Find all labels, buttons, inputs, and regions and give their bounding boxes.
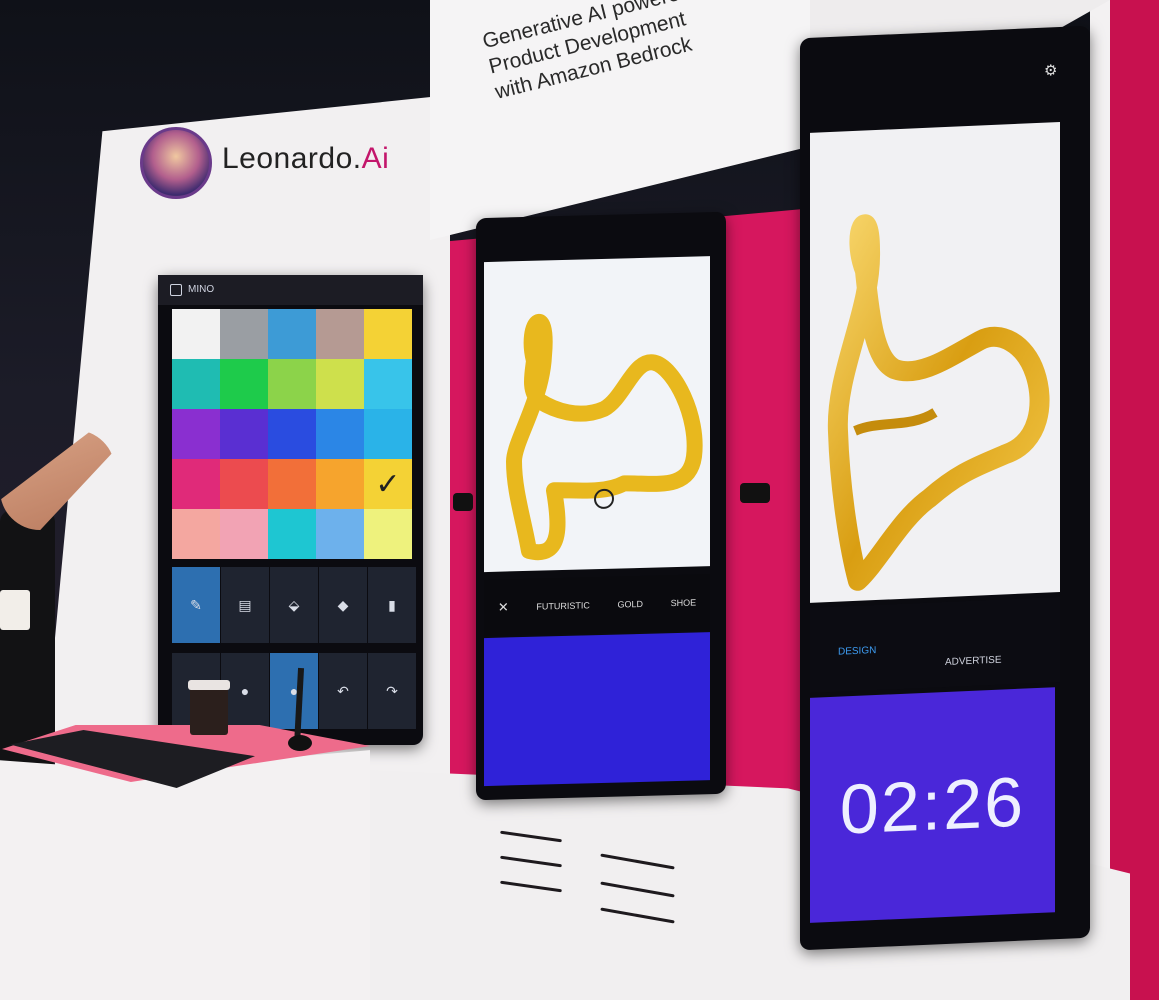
color-swatch[interactable] (316, 359, 364, 409)
coffee-cup (0, 590, 30, 630)
brand-name-accent: Ai (361, 142, 390, 175)
countdown-timer: 02:26 (810, 687, 1055, 923)
tool-header-label: MINO (188, 284, 215, 295)
tool-header: MINO (158, 275, 423, 305)
golden-shoe-render (827, 214, 1050, 591)
redo-icon[interactable]: ↷ (368, 653, 416, 729)
prompt-bar: ✕ FUTURISTIC GOLD SHOE (484, 574, 710, 637)
brand-name: Leonardo.Ai (222, 142, 389, 176)
booth-right-pillar (1110, 0, 1159, 1000)
color-swatch[interactable] (268, 359, 316, 409)
color-swatch[interactable] (220, 509, 268, 559)
trash-icon[interactable]: ▮ (368, 567, 416, 643)
color-swatch[interactable] (268, 309, 316, 359)
shoe-detail (853, 408, 938, 436)
sketch-screen: ✕ FUTURISTIC GOLD SHOE (476, 211, 726, 801)
medium-brush-icon[interactable]: ● (221, 653, 269, 729)
blue-panel (484, 632, 710, 787)
mode-tabs: DESIGN ADVERTISE (810, 596, 1060, 693)
color-swatch[interactable] (172, 309, 220, 359)
prompt-tag[interactable]: GOLD (618, 599, 644, 610)
color-swatch[interactable] (364, 309, 412, 359)
checkmark-icon[interactable]: ✓ (364, 459, 412, 509)
undo-icon[interactable]: ↶ (319, 653, 367, 729)
large-brush-icon[interactable]: ● (270, 653, 318, 729)
color-swatch[interactable] (220, 359, 268, 409)
sketch-canvas[interactable] (484, 256, 710, 573)
fill-bucket-icon[interactable]: ⬙ (270, 567, 318, 643)
stylus-holder (288, 735, 312, 751)
tab-advertise[interactable]: ADVERTISE (945, 655, 1002, 668)
camera-left (453, 493, 473, 511)
brand-name-main: Leonardo. (222, 142, 362, 175)
person (0, 510, 55, 770)
color-swatch[interactable] (172, 409, 220, 459)
drawing-tool-screen: MINO ✓ ✎▤⬙◆▮ •●●↶↷ (158, 275, 423, 745)
coffee-cup (190, 683, 228, 735)
color-swatch[interactable] (364, 409, 412, 459)
sketch-drawing (506, 313, 703, 561)
color-swatch[interactable] (364, 359, 412, 409)
app-icon (170, 284, 182, 296)
shoe-shape (827, 214, 1050, 591)
color-swatch[interactable] (220, 309, 268, 359)
color-swatch[interactable] (172, 359, 220, 409)
tool-row: ✎ ▤ ⬙ ◆ ▮ (172, 567, 417, 643)
prompt-tag[interactable]: FUTURISTIC (536, 600, 590, 611)
shuffle-icon[interactable]: ✕ (498, 599, 509, 615)
color-swatch[interactable] (268, 459, 316, 509)
pencil-icon[interactable]: ✎ (172, 567, 220, 643)
color-swatch[interactable] (364, 509, 412, 559)
coffee-cup-lid (188, 680, 230, 690)
eraser-icon[interactable]: ◆ (319, 567, 367, 643)
color-swatch[interactable] (220, 459, 268, 509)
gear-icon[interactable]: ⚙ (1044, 61, 1057, 80)
generated-image (810, 121, 1060, 603)
color-swatch[interactable] (268, 509, 316, 559)
color-palette: ✓ (172, 309, 412, 559)
leonardo-portrait-logo-icon (140, 127, 212, 199)
result-screen: ⚙ DESIGN ADVERTISE 02:26 (800, 25, 1090, 951)
color-swatch[interactable] (220, 409, 268, 459)
color-swatch[interactable] (316, 509, 364, 559)
color-swatch[interactable] (316, 459, 364, 509)
color-swatch[interactable] (316, 409, 364, 459)
sketch-stroke (506, 313, 703, 561)
stamp-icon[interactable]: ▤ (221, 567, 269, 643)
color-swatch[interactable] (172, 459, 220, 509)
color-swatch[interactable] (268, 409, 316, 459)
tab-design[interactable]: DESIGN (838, 645, 876, 658)
color-swatch[interactable] (316, 309, 364, 359)
color-swatch[interactable] (172, 509, 220, 559)
camera-right (740, 483, 770, 503)
prompt-tag[interactable]: SHOE (671, 598, 697, 609)
